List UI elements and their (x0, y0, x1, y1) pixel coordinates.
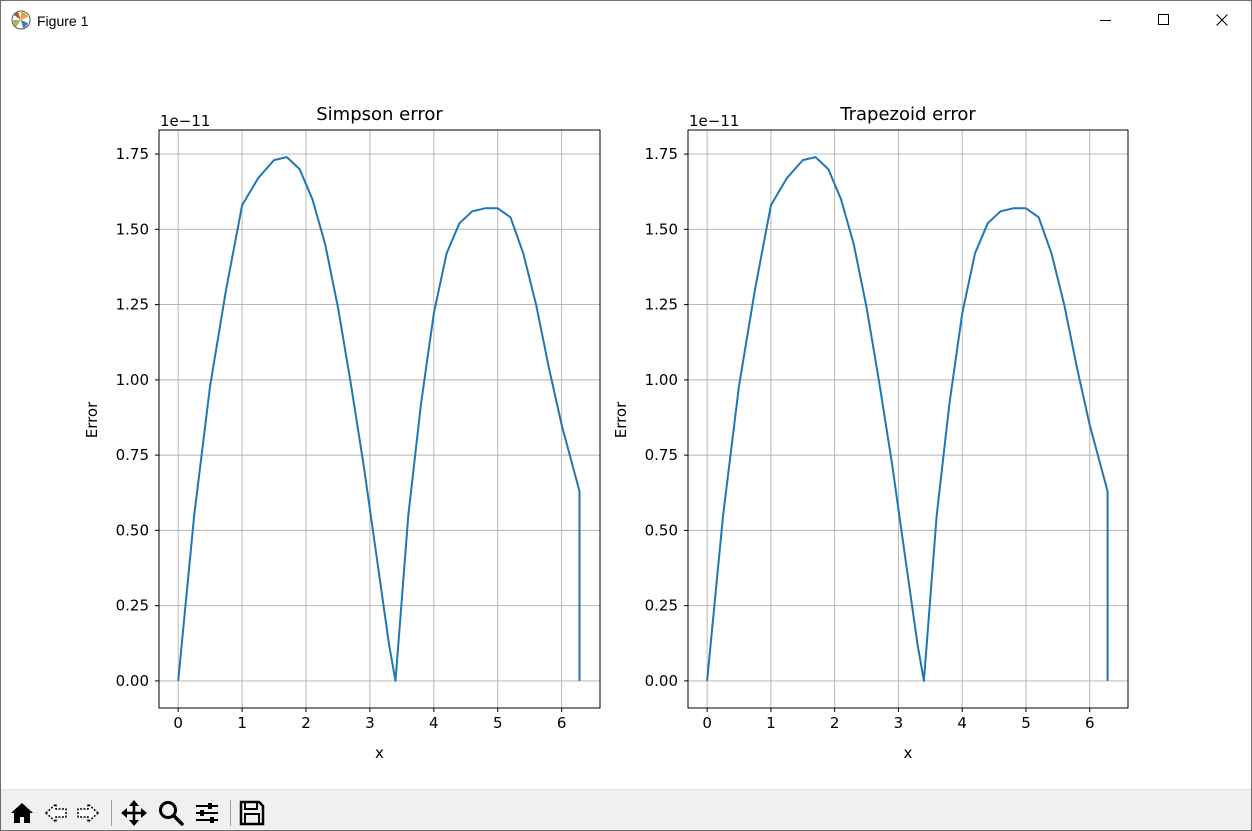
save-icon (239, 800, 265, 826)
y-tick-label: 1.75 (116, 145, 149, 163)
figure-svg: 0 1 2 3 4 5 6 0.00 0.25 0.50 0.75 1.00 1.25 1.50 1.75 S… (83, 104, 1129, 762)
y-tick-label: 1.00 (116, 371, 149, 389)
x-tick-label: 5 (1021, 714, 1031, 732)
x-tick-label: 4 (957, 714, 967, 732)
minimize-button[interactable] (1077, 1, 1135, 39)
x-axis-label: x (904, 744, 913, 762)
chart-title: Simpson error (316, 104, 443, 125)
y-tick-label: 0.75 (116, 446, 149, 464)
chart-title: Trapezoid error (839, 104, 976, 125)
x-tick-label: 6 (557, 714, 567, 732)
x-tick-label: 3 (894, 714, 904, 732)
figure-window: Figure 1 0 1 2 3 4 5 6 0.00 0.25 0.50 0.75 1.00 1.25… (0, 0, 1252, 831)
configure-subplots-icon (196, 803, 218, 823)
y-tick-label: 0.00 (645, 672, 678, 690)
forward-icon (77, 802, 100, 824)
x-tick-label: 6 (1085, 714, 1095, 732)
subplot-2: 0 1 2 3 4 5 6 0.00 0.25 0.50 0.75 1.00 1.25 1.50 1.75 T… (612, 104, 1129, 762)
y-tick-label: 0.50 (645, 521, 678, 539)
x-tick-label: 0 (173, 714, 183, 732)
y-tick-label: 0.25 (645, 597, 678, 615)
plot-background (688, 130, 1128, 708)
toolbar-separator (111, 800, 112, 826)
x-tick-label: 1 (766, 714, 776, 732)
y-tick-label: 1.75 (645, 145, 678, 163)
window-title: Figure 1 (37, 13, 89, 29)
y-offset-text: 1e−11 (160, 112, 210, 130)
y-tick-label: 1.00 (645, 371, 678, 389)
configure-subplots-button[interactable] (192, 798, 222, 828)
back-icon (44, 802, 67, 824)
y-tick-label: 1.25 (116, 296, 149, 314)
y-tick-label: 0.50 (116, 521, 149, 539)
zoom-button[interactable] (156, 798, 186, 828)
y-tick-label: 0.25 (116, 597, 149, 615)
y-tick-label: 1.25 (645, 296, 678, 314)
x-tick-label: 2 (830, 714, 840, 732)
maximize-icon (1158, 14, 1169, 25)
title-bar[interactable]: Figure 1 (1, 1, 1251, 39)
y-tick-label: 1.50 (116, 220, 149, 238)
home-button[interactable] (7, 798, 37, 828)
pan-icon (121, 800, 147, 826)
back-button[interactable] (41, 798, 71, 828)
y-tick-label: 0.00 (116, 672, 149, 690)
maximize-button[interactable] (1135, 1, 1193, 39)
navigation-toolbar (1, 789, 1251, 830)
figure-canvas[interactable]: 0 1 2 3 4 5 6 0.00 0.25 0.50 0.75 1.00 1.25 1.50 1.75 S… (1, 39, 1251, 789)
x-tick-label: 5 (493, 714, 503, 732)
save-button[interactable] (237, 798, 267, 828)
x-tick-label: 3 (365, 714, 375, 732)
forward-button[interactable] (73, 798, 103, 828)
toolbar-separator (230, 800, 231, 826)
x-tick-label: 2 (301, 714, 311, 732)
close-icon (1216, 14, 1228, 26)
subplot-1: 0 1 2 3 4 5 6 0.00 0.25 0.50 0.75 1.00 1.25 1.50 1.75 S… (83, 104, 601, 762)
plot-background (159, 130, 600, 708)
home-icon (11, 803, 33, 823)
x-tick-label: 4 (429, 714, 439, 732)
y-offset-text: 1e−11 (689, 112, 739, 130)
pan-button[interactable] (119, 798, 149, 828)
y-tick-label: 1.50 (645, 220, 678, 238)
matplotlib-logo-icon (11, 10, 31, 30)
zoom-icon (159, 801, 184, 826)
y-tick-label: 0.75 (645, 446, 678, 464)
y-axis-label: Error (83, 401, 101, 438)
y-axis-label: Error (612, 401, 630, 438)
x-tick-label: 1 (237, 714, 247, 732)
x-axis-label: x (375, 744, 384, 762)
minimize-icon (1100, 20, 1111, 21)
x-tick-label: 0 (702, 714, 712, 732)
close-button[interactable] (1193, 1, 1251, 39)
